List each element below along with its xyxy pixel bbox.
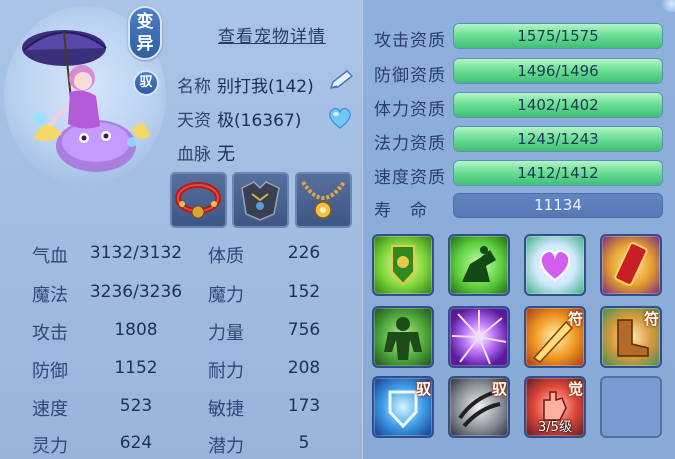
heart-gem-icon	[539, 249, 571, 282]
pet-talent-row: 天资 极(16367)	[177, 106, 301, 131]
attr-value-strength: 756	[287, 320, 321, 340]
attr-value-endurance: 208	[287, 358, 321, 378]
aptitude-label-mana: 法力资质	[374, 134, 446, 154]
skill-slot-8[interactable]: 符	[600, 306, 662, 368]
stat-label-hp: 气血	[32, 246, 68, 267]
skill-slot-9[interactable]: 驭	[372, 376, 434, 438]
purple-burst-icon	[451, 310, 507, 365]
attr-label-strength: 力量	[208, 323, 244, 344]
green-giant-icon	[384, 317, 422, 360]
skill-slot-5[interactable]	[372, 306, 434, 368]
skill-slot-1[interactable]	[372, 234, 434, 296]
talent-label: 天资	[177, 111, 211, 131]
name-label: 名称	[177, 77, 211, 97]
equip-slot-armor[interactable]	[232, 172, 289, 228]
skill-tag: 驭	[491, 380, 507, 398]
skill-level: 3/5级	[538, 420, 572, 435]
aptitude-bar-stamina: 1402/1402	[453, 92, 663, 118]
stat-value-attack: 1808	[114, 320, 158, 340]
attr-label-agility: 敏捷	[208, 399, 244, 420]
attr-value-agility: 173	[287, 396, 321, 416]
pet-name-row: 名称 别打我(142)	[177, 72, 314, 97]
edit-name-icon[interactable]	[327, 68, 355, 92]
blood-label: 血脉	[177, 145, 211, 165]
skill-slot-3[interactable]	[524, 234, 586, 296]
skill-slot-2[interactable]	[448, 234, 510, 296]
gold-necklace-icon	[301, 180, 346, 219]
skill-tag: 符	[643, 310, 659, 328]
aptitude-value-stamina: 1402/1402	[517, 96, 599, 114]
attr-label-potential: 潜力	[208, 436, 244, 457]
heart-icon[interactable]	[327, 106, 353, 130]
stat-label-mp: 魔法	[32, 285, 68, 306]
tame-badge: 驭	[133, 70, 159, 96]
skill-tag: 驭	[415, 380, 431, 398]
shield-badge-icon	[391, 245, 415, 286]
pet-name-value: 别打我(142)	[217, 77, 314, 97]
aptitude-label-attack: 攻击资质	[374, 31, 446, 51]
aptitude-label-speed: 速度资质	[374, 168, 446, 188]
pet-blood-row: 血脉无	[177, 140, 235, 166]
stat-value-spirit: 624	[119, 433, 153, 453]
variant-badge: 变异	[128, 6, 162, 60]
aptitude-value-speed: 1412/1412	[517, 164, 599, 182]
aptitude-value-attack: 1575/1575	[517, 27, 599, 45]
equip-slot-necklace[interactable]	[295, 172, 352, 228]
skill-slot-6[interactable]	[448, 306, 510, 368]
dark-armor-icon	[241, 181, 280, 221]
stat-value-hp: 3132/3132	[89, 243, 183, 263]
attr-label-constitution: 体质	[208, 246, 244, 267]
red-collar-icon	[175, 182, 221, 219]
life-value: 11134	[453, 193, 663, 218]
aptitude-value-mana: 1243/1243	[517, 130, 599, 148]
equip-slot-collar[interactable]	[170, 172, 227, 228]
corner-orb-icon	[662, 0, 675, 12]
skill-slot-7[interactable]: 符	[524, 306, 586, 368]
aptitude-value-defense: 1496/1496	[517, 62, 599, 80]
life-label: 寿 命	[374, 201, 428, 221]
aptitude-bar-attack: 1575/1575	[453, 23, 663, 49]
aptitude-bar-mana: 1243/1243	[453, 126, 663, 152]
stat-label-attack: 攻击	[32, 323, 68, 344]
skill-tag: 觉	[567, 380, 583, 398]
skill-slot-empty[interactable]	[600, 376, 662, 438]
aptitude-label-stamina: 体力资质	[374, 100, 446, 120]
skill-slot-11[interactable]: 觉 3/5级	[524, 376, 586, 438]
aptitude-label-defense: 防御资质	[374, 66, 446, 86]
skill-tag: 符	[567, 310, 583, 328]
stat-label-defense: 防御	[32, 361, 68, 382]
attr-label-magic: 魔力	[208, 285, 244, 306]
attr-value-constitution: 226	[287, 243, 321, 263]
green-rider-icon	[462, 246, 496, 282]
attr-label-endurance: 耐力	[208, 361, 244, 382]
talent-value: 极(16367)	[217, 111, 302, 131]
stat-value-speed: 523	[119, 396, 153, 416]
stat-value-mp: 3236/3236	[89, 282, 183, 302]
stat-value-defense: 1152	[114, 358, 158, 378]
attr-value-potential: 5	[298, 433, 310, 453]
aptitude-bar-defense: 1496/1496	[453, 58, 663, 84]
view-pet-details-link[interactable]: 查看宠物详情	[218, 22, 326, 47]
blood-value: 无	[217, 144, 235, 165]
skill-slot-10[interactable]: 驭	[448, 376, 510, 438]
red-scroll-icon	[614, 242, 648, 286]
attr-value-magic: 152	[287, 282, 321, 302]
skill-slot-4[interactable]	[600, 234, 662, 296]
stat-label-spirit: 灵力	[32, 436, 68, 457]
aptitude-bar-speed: 1412/1412	[453, 160, 663, 186]
stat-label-speed: 速度	[32, 399, 68, 420]
